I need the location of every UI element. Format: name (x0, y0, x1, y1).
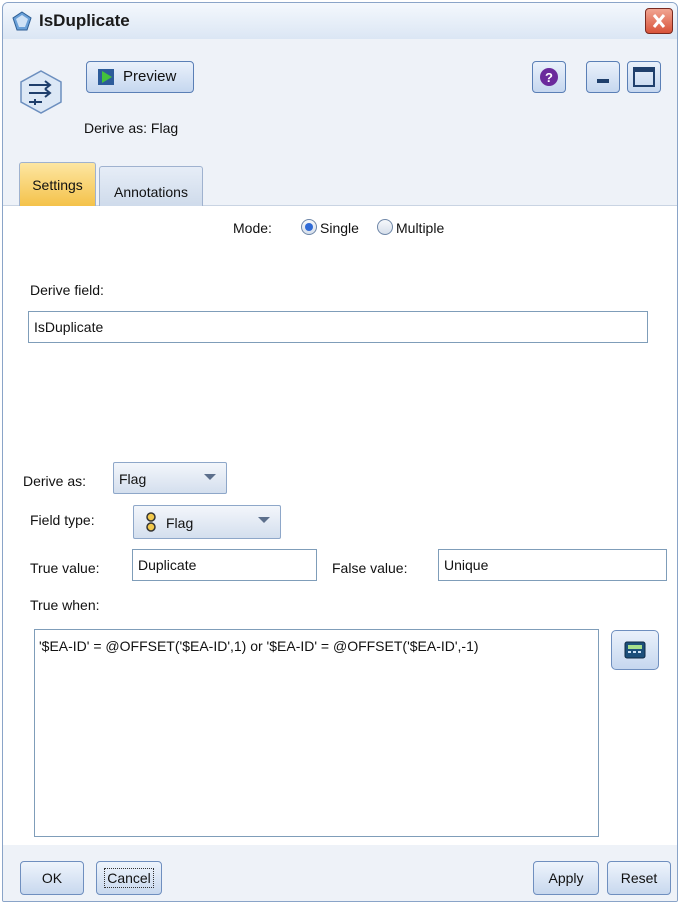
preview-label: Preview (123, 68, 177, 85)
mode-multiple-label[interactable]: Multiple (396, 220, 444, 236)
close-button[interactable] (645, 8, 673, 34)
chevron-down-icon (204, 474, 216, 480)
tab-settings-label: Settings (32, 177, 83, 193)
derive-as-label: Derive as: (23, 473, 87, 489)
derive-as-dropdown[interactable]: Flag (113, 462, 227, 494)
false-value-input[interactable]: Unique (438, 549, 667, 581)
apply-button[interactable]: Apply (533, 861, 599, 895)
minimize-icon (597, 79, 609, 83)
true-when-label: True when: (30, 597, 100, 613)
tab-annotations-label: Annotations (114, 184, 188, 200)
minimize-button[interactable] (586, 61, 620, 93)
cancel-button[interactable]: Cancel (96, 861, 162, 895)
mode-label: Mode: (233, 220, 272, 236)
close-icon (652, 14, 666, 28)
preview-button[interactable]: Preview (86, 61, 194, 93)
ok-button[interactable]: OK (20, 861, 84, 895)
dialog-footer: OK Cancel Apply Reset (3, 845, 677, 901)
derive-field-label: Derive field: (30, 282, 104, 298)
reset-button[interactable]: Reset (607, 861, 671, 895)
maximize-icon (633, 67, 655, 87)
field-type-label: Field type: (30, 512, 95, 528)
derive-field-input[interactable]: IsDuplicate (28, 311, 648, 343)
window-title: IsDuplicate (39, 11, 130, 30)
derive-as-value: Flag (119, 471, 147, 487)
cancel-label: Cancel (104, 868, 154, 888)
mode-single-radio[interactable] (301, 219, 317, 235)
tab-settings[interactable]: Settings (19, 162, 96, 206)
flag-icon (146, 512, 156, 532)
settings-panel: Mode: Single Multiple Derive field: IsDu… (3, 206, 677, 845)
node-header: Preview ? Derive as: Flag (3, 39, 677, 157)
expression-builder-button[interactable] (611, 630, 659, 670)
derive-as-summary: Derive as: Flag (84, 120, 179, 136)
derive-node-icon (20, 70, 62, 114)
field-type-value: Flag (166, 515, 194, 531)
true-value-label: True value: (30, 560, 100, 576)
false-value-label: False value: (332, 560, 408, 576)
true-value-input[interactable]: Duplicate (132, 549, 317, 581)
field-type-dropdown[interactable]: Flag (133, 505, 281, 539)
calculator-icon (624, 641, 646, 659)
derive-dialog-window: IsDuplicate Preview ? Derive as: Flag Se… (2, 2, 678, 902)
mode-single-label[interactable]: Single (320, 220, 359, 236)
true-when-expression[interactable]: '$EA-ID' = @OFFSET('$EA-ID',1) or '$EA-I… (34, 629, 599, 837)
tab-annotations[interactable]: Annotations (99, 166, 203, 206)
help-icon: ? (540, 68, 558, 86)
mode-multiple-radio[interactable] (377, 219, 393, 235)
tab-bar: Settings Annotations (3, 157, 677, 206)
maximize-button[interactable] (627, 61, 661, 93)
help-button[interactable]: ? (532, 61, 566, 93)
svg-text:?: ? (545, 70, 553, 85)
title-bar[interactable]: IsDuplicate (3, 3, 677, 39)
app-icon (12, 11, 32, 31)
chevron-down-icon (258, 517, 270, 523)
play-icon (98, 69, 114, 85)
